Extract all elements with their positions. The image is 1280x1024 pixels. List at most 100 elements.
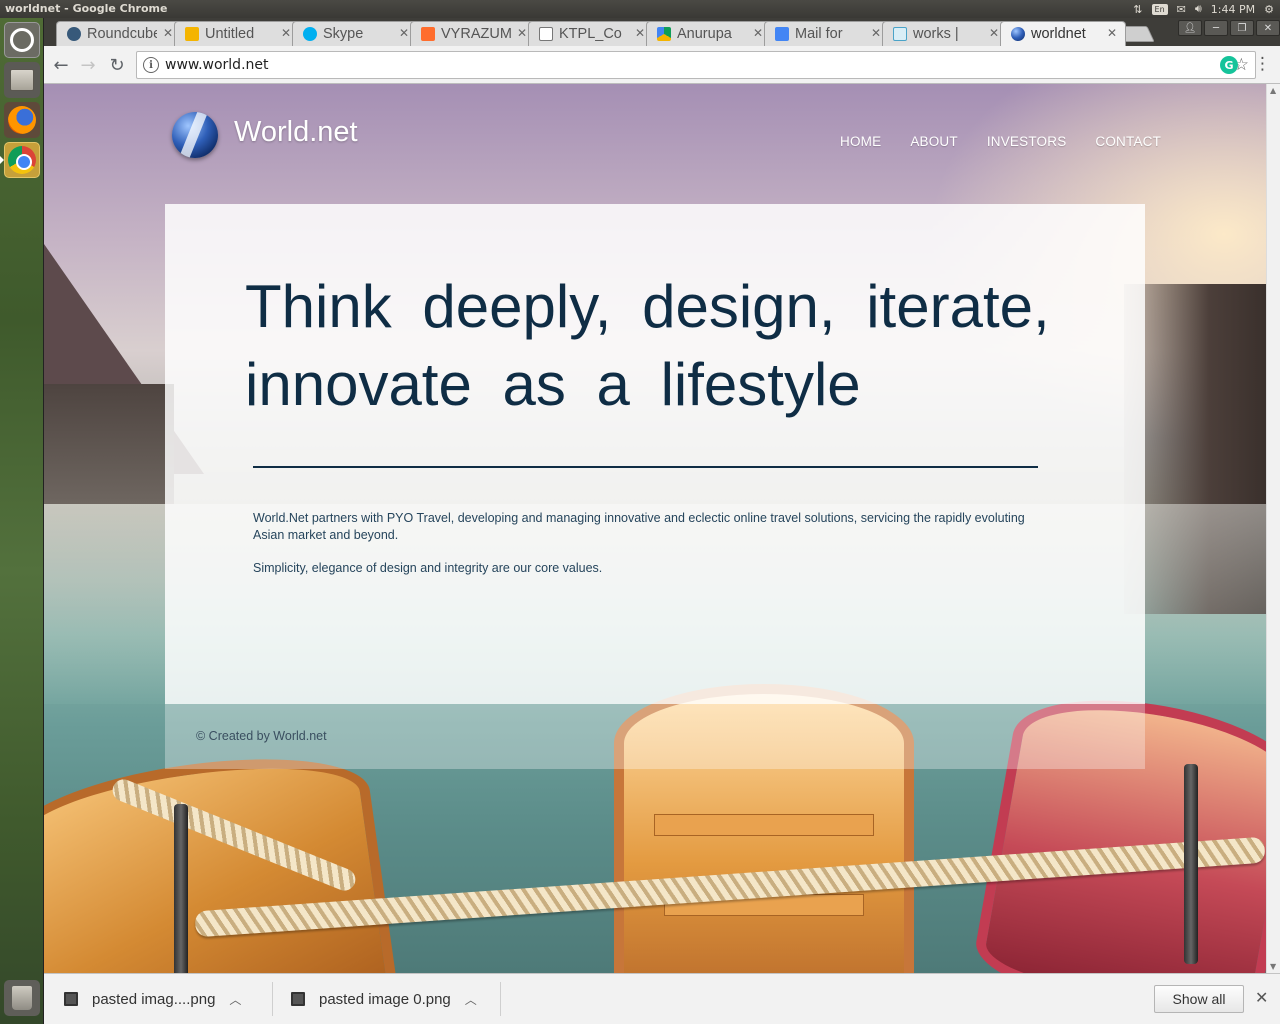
- nav-investors[interactable]: INVESTORS: [987, 134, 1067, 149]
- close-tab-icon[interactable]: ✕: [753, 26, 763, 40]
- scroll-down-arrow-icon[interactable]: ▼: [1270, 962, 1276, 971]
- tab-ktpl[interactable]: KTPL_Co ✕: [528, 21, 654, 46]
- hero-headline: Think deeply, design, iterate, innovate …: [245, 273, 1050, 418]
- clock[interactable]: 1:44 PM: [1211, 3, 1255, 16]
- tab-mail[interactable]: Mail for ✕: [764, 21, 890, 46]
- mooring-post: [1184, 764, 1198, 964]
- files-icon[interactable]: [4, 62, 40, 98]
- tab-title: worldnet: [1031, 26, 1086, 42]
- tab-title: Mail for: [795, 26, 843, 42]
- running-indicator: [0, 156, 4, 164]
- grammarly-extension-icon[interactable]: G: [1220, 56, 1238, 74]
- ubuntu-dash-icon[interactable]: [4, 22, 40, 58]
- tab-roundcube[interactable]: Roundcube ✕: [56, 21, 182, 46]
- p-logo-icon: [421, 27, 435, 41]
- download-item[interactable]: pasted imag....png ︿: [64, 982, 241, 1016]
- boat-seat: [654, 814, 874, 836]
- divider: [500, 982, 501, 1016]
- back-arrow-icon[interactable]: ←: [50, 54, 72, 76]
- keyboard-layout-indicator[interactable]: En: [1151, 3, 1168, 15]
- tab-untitled[interactable]: Untitled ✕: [174, 21, 300, 46]
- tab-skype[interactable]: Skype ✕: [292, 21, 418, 46]
- background-forest-left: [44, 384, 174, 504]
- tab-title: Untitled: [205, 26, 255, 42]
- tab-title: VYRAZUM: [441, 26, 511, 42]
- profile-icon[interactable]: 👤︎: [1178, 20, 1202, 36]
- tab-anurupa[interactable]: Anurupa ✕: [646, 21, 772, 46]
- tab-title: Skype: [323, 26, 364, 42]
- image-file-icon: [64, 992, 78, 1006]
- tab-title: KTPL_Co: [559, 26, 622, 42]
- tab-worldnet[interactable]: worldnet ✕: [1000, 21, 1126, 46]
- address-bar[interactable]: i www.world.net ☆: [136, 51, 1256, 79]
- forward-arrow-icon[interactable]: →: [77, 54, 99, 76]
- mail-icon[interactable]: ✉: [1177, 3, 1186, 16]
- tab-strip: Roundcube ✕ Untitled ✕ Skype ✕ VYRAZUM ✕…: [44, 18, 1280, 46]
- system-tray: ⇅ En ✉ 🔊︎ 1:44 PM ⚙: [1133, 0, 1274, 18]
- close-tab-icon[interactable]: ✕: [517, 26, 527, 40]
- document-icon: [539, 27, 553, 41]
- hero-card: Think deeply, design, iterate, innovate …: [165, 204, 1145, 704]
- close-window-icon[interactable]: ✕: [1256, 20, 1280, 36]
- chevron-up-icon[interactable]: ︿: [465, 991, 477, 1008]
- nav-contact[interactable]: CONTACT: [1095, 134, 1161, 149]
- mooring-post: [174, 804, 188, 973]
- window-controls: 👤︎ ─ ❐ ✕: [1178, 20, 1280, 36]
- tab-title: Roundcube: [87, 26, 157, 42]
- docs-icon: [775, 27, 789, 41]
- image-file-icon: [291, 992, 305, 1006]
- worldnet-icon: [1011, 27, 1025, 41]
- roundcube-icon: [67, 27, 81, 41]
- tab-title: Anurupa: [677, 26, 732, 42]
- chrome-icon[interactable]: [4, 142, 40, 178]
- trash-icon[interactable]: [4, 980, 40, 1016]
- download-filename: pasted image 0.png: [319, 990, 451, 1008]
- browser-window: Roundcube ✕ Untitled ✕ Skype ✕ VYRAZUM ✕…: [44, 18, 1280, 1024]
- core-values-text: Simplicity, elegance of design and integ…: [253, 561, 603, 575]
- site-name[interactable]: World.net: [234, 116, 358, 149]
- footer-credit: © Created by World.net: [196, 729, 327, 743]
- close-shelf-icon[interactable]: ✕: [1255, 988, 1268, 1007]
- close-tab-icon[interactable]: ✕: [1107, 26, 1117, 40]
- ubuntu-top-panel: worldnet - Google Chrome ⇅ En ✉ 🔊︎ 1:44 …: [0, 0, 1280, 18]
- close-tab-icon[interactable]: ✕: [871, 26, 881, 40]
- tab-vyrazum[interactable]: VYRAZUM ✕: [410, 21, 536, 46]
- firefox-icon[interactable]: [4, 102, 40, 138]
- ubuntu-launcher: [0, 18, 44, 1024]
- window-title: worldnet - Google Chrome: [5, 2, 168, 15]
- download-item[interactable]: pasted image 0.png ︿: [291, 982, 477, 1016]
- page-scrollbar[interactable]: ▲ ▼: [1266, 84, 1280, 973]
- volume-icon[interactable]: 🔊︎: [1195, 2, 1202, 16]
- drive-icon: [657, 27, 671, 41]
- site-info-icon[interactable]: i: [143, 57, 159, 73]
- skype-icon: [303, 27, 317, 41]
- download-filename: pasted imag....png: [92, 990, 216, 1008]
- tab-works[interactable]: works | ✕: [882, 21, 1008, 46]
- network-icon[interactable]: ⇅: [1133, 3, 1142, 16]
- chrome-menu-icon[interactable]: ⋮: [1254, 54, 1271, 74]
- worldnet-logo-icon[interactable]: [172, 112, 218, 158]
- close-tab-icon[interactable]: ✕: [989, 26, 999, 40]
- site-footer: © Created by World.net: [165, 704, 1145, 769]
- reload-icon[interactable]: ↻: [106, 54, 128, 76]
- close-tab-icon[interactable]: ✕: [281, 26, 291, 40]
- close-tab-icon[interactable]: ✕: [635, 26, 645, 40]
- download-shelf: pasted imag....png ︿ pasted image 0.png …: [44, 973, 1280, 1024]
- page-viewport: World.net HOME ABOUT INVESTORS CONTACT T…: [44, 84, 1266, 973]
- divider: [272, 982, 273, 1016]
- close-tab-icon[interactable]: ✕: [399, 26, 409, 40]
- settings-gear-icon[interactable]: ⚙: [1264, 3, 1274, 16]
- chevron-up-icon[interactable]: ︿: [229, 991, 241, 1008]
- scroll-up-arrow-icon[interactable]: ▲: [1270, 86, 1276, 95]
- tab-title: works |: [913, 26, 959, 42]
- nav-about[interactable]: ABOUT: [910, 134, 958, 149]
- close-tab-icon[interactable]: ✕: [163, 26, 173, 40]
- hero-divider: [253, 466, 1038, 468]
- minimize-icon[interactable]: ─: [1204, 20, 1228, 36]
- nav-home[interactable]: HOME: [840, 134, 881, 149]
- url-text[interactable]: www.world.net: [165, 57, 269, 73]
- show-all-downloads-button[interactable]: Show all: [1154, 985, 1244, 1013]
- heart-icon: [893, 27, 907, 41]
- maximize-icon[interactable]: ❐: [1230, 20, 1254, 36]
- site-navigation: HOME ABOUT INVESTORS CONTACT: [840, 134, 1161, 149]
